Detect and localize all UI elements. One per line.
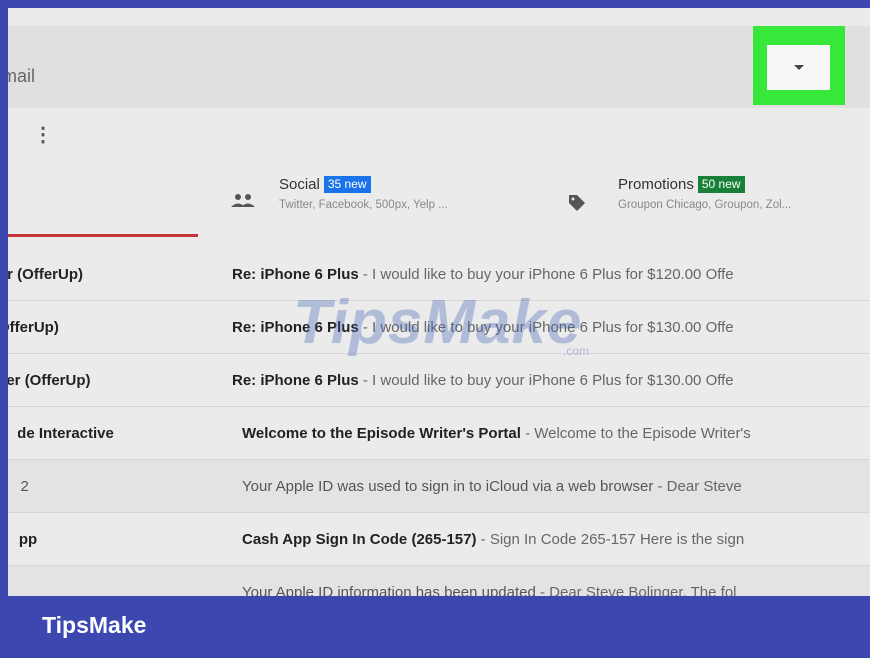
email-row[interactable]: ode Interactive Welcome to the Episode W… (8, 407, 870, 460)
email-subject: Welcome to the Episode Writer's Portal (242, 424, 521, 442)
watermark: TipsMake (293, 288, 583, 357)
email-subject: Your Apple ID was used to sign in to iCl… (242, 477, 654, 495)
search-bar[interactable]: mail (8, 26, 870, 108)
email-sender: ode Interactive (18, 424, 114, 442)
tab-social-subtitle: Twitter, Facebook, 500px, Yelp ... (279, 199, 448, 211)
search-input-text[interactable]: mail (8, 66, 35, 87)
search-options-button[interactable] (767, 45, 830, 90)
email-sender: App (18, 530, 38, 548)
email-snippet: - Dear Steve (653, 477, 742, 495)
email-snippet: - Sign In Code 265-157 Here is the sign (476, 530, 745, 548)
email-subject: Re: iPhone 6 Plus (232, 371, 359, 389)
email-sender: OfferUp) (8, 318, 59, 336)
tag-icon (569, 195, 585, 211)
email-snippet: - Dear Steve Bolinger, The fol (535, 583, 737, 597)
tab-primary-underline (8, 234, 198, 237)
email-snippet: - I would like to buy your iPhone 6 Plus… (358, 371, 734, 389)
tab-social-title: Social (279, 176, 320, 193)
email-row[interactable]: e Your Apple ID information has been upd… (8, 566, 870, 596)
email-row[interactable]: App Cash App Sign In Code (265-157) - Si… (8, 513, 870, 566)
email-row[interactable]: cer (OfferUp) Re: iPhone 6 Plus - I woul… (8, 354, 870, 407)
watermark-suffix: .com (563, 344, 590, 358)
tab-promotions-subtitle: Groupon Chicago, Groupon, Zol... (618, 199, 792, 211)
tab-social-badge: 35 new (323, 176, 371, 193)
email-sender: e (18, 584, 238, 597)
email-row[interactable]: e 2 Your Apple ID was used to sign in to… (8, 460, 870, 513)
email-sender: cer (OfferUp) (8, 371, 91, 389)
email-snippet: - Welcome to the Episode Writer's (520, 424, 751, 442)
email-sender: or (OfferUp) (8, 265, 83, 283)
gmail-screen: mail ⋮ Social 35 new Twitter, Facebook, 5… (8, 8, 870, 596)
email-sender: e 2 (18, 477, 29, 495)
email-subject: Your Apple ID information has been updat… (242, 583, 536, 597)
screenshot-frame: mail ⋮ Social 35 new Twitter, Facebook, 5… (0, 0, 870, 658)
people-icon (231, 194, 255, 207)
brand-label: TipsMake (42, 612, 147, 638)
caret-down-icon (793, 64, 804, 70)
email-snippet: - I would like to buy your iPhone 6 Plus… (358, 265, 734, 283)
vertical-dots-icon[interactable]: ⋮ (33, 125, 53, 145)
tab-promotions-title: Promotions (618, 176, 694, 193)
email-subject: Cash App Sign In Code (265-157) (242, 530, 477, 548)
email-subject: Re: iPhone 6 Plus (232, 265, 359, 283)
tab-promotions-badge: 50 new (697, 176, 745, 193)
